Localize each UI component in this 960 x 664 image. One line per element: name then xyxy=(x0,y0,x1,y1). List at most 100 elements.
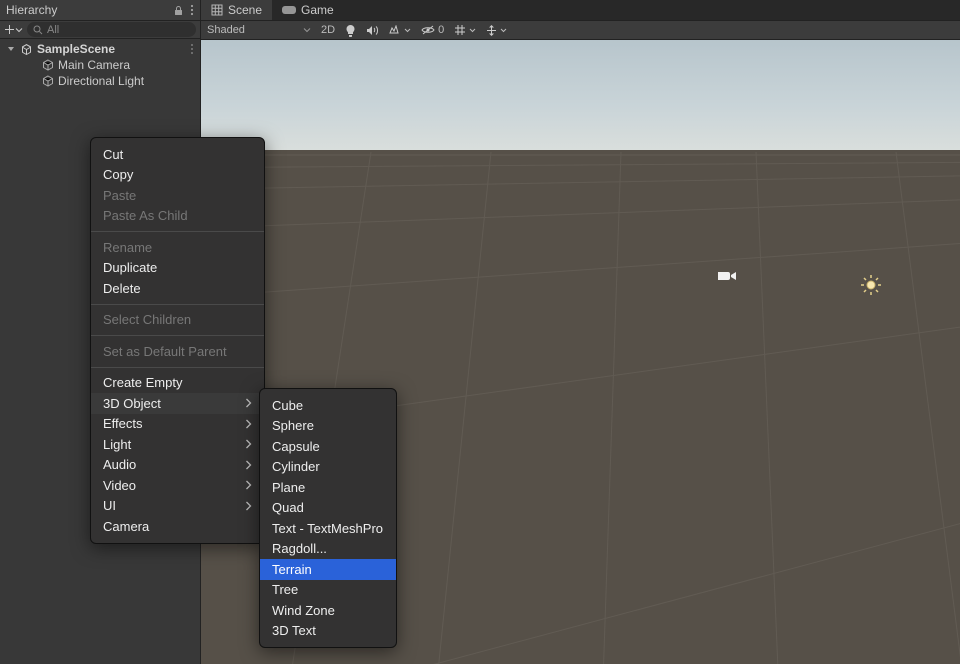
menu-item-label: Video xyxy=(103,478,136,493)
menu-separator xyxy=(91,367,264,368)
hierarchy-search[interactable]: All xyxy=(27,22,196,37)
submenu-item-tree[interactable]: Tree xyxy=(260,580,396,601)
menu-item-cut[interactable]: Cut xyxy=(91,144,264,165)
tab-game[interactable]: Game xyxy=(272,0,344,20)
submenu-item-plane[interactable]: Plane xyxy=(260,477,396,498)
game-controller-icon xyxy=(282,5,296,15)
menu-item-duplicate[interactable]: Duplicate xyxy=(91,258,264,279)
menu-item-label: Copy xyxy=(103,167,133,182)
chevron-right-icon xyxy=(245,501,252,511)
grid-snap-icon xyxy=(454,24,466,36)
menu-item-label: Paste xyxy=(103,188,136,203)
scene-tabbar: Scene Game xyxy=(201,0,960,21)
search-placeholder: All xyxy=(47,24,59,36)
menu-separator xyxy=(91,231,264,232)
light-gizmo-icon[interactable] xyxy=(860,274,882,296)
menu-item-delete[interactable]: Delete xyxy=(91,278,264,299)
hierarchy-item-directional-light[interactable]: Directional Light xyxy=(0,73,200,89)
submenu-item-capsule[interactable]: Capsule xyxy=(260,436,396,457)
chevron-right-icon xyxy=(245,439,252,449)
hierarchy-title: Hierarchy xyxy=(6,3,173,17)
menu-item-label: Create Empty xyxy=(103,375,182,390)
menu-item-video[interactable]: Video xyxy=(91,475,264,496)
menu-item-3d-object[interactable]: 3D Object xyxy=(91,393,264,414)
submenu-item-label: Ragdoll... xyxy=(272,541,327,556)
menu-item-camera[interactable]: Camera xyxy=(91,516,264,537)
submenu-item-wind-zone[interactable]: Wind Zone xyxy=(260,600,396,621)
submenu-item-quad[interactable]: Quad xyxy=(260,498,396,519)
chevron-right-icon xyxy=(245,460,252,470)
chevron-down-icon xyxy=(6,44,16,54)
scene-grid-icon xyxy=(211,4,223,16)
effects-icon xyxy=(388,25,401,36)
submenu-item-terrain[interactable]: Terrain xyxy=(260,559,396,580)
scene-toolbar: Shaded 2D 0 xyxy=(201,21,960,40)
grid-snap-dropdown[interactable] xyxy=(454,24,476,36)
plus-icon xyxy=(4,24,15,35)
submenu-item-label: Capsule xyxy=(272,439,320,454)
submenu-item-sphere[interactable]: Sphere xyxy=(260,416,396,437)
menu-item-label: Audio xyxy=(103,457,136,472)
menu-item-label: Set as Default Parent xyxy=(103,344,227,359)
chevron-right-icon xyxy=(245,419,252,429)
tool-handle-dropdown[interactable] xyxy=(486,25,507,36)
handle-icon xyxy=(486,25,497,36)
hierarchy-item-main-camera[interactable]: Main Camera xyxy=(0,57,200,73)
submenu-item-3d-text[interactable]: 3D Text xyxy=(260,621,396,642)
submenu-item-label: Terrain xyxy=(272,562,312,577)
kebab-menu-icon[interactable] xyxy=(190,43,194,55)
object-name-label: Directional Light xyxy=(58,74,144,88)
menu-item-light[interactable]: Light xyxy=(91,434,264,455)
submenu-item-ragdoll-[interactable]: Ragdoll... xyxy=(260,539,396,560)
submenu-item-cylinder[interactable]: Cylinder xyxy=(260,457,396,478)
submenu-item-label: Quad xyxy=(272,500,304,515)
menu-item-label: Cut xyxy=(103,147,123,162)
menu-item-label: UI xyxy=(103,498,116,513)
hidden-count-label: 0 xyxy=(438,24,444,36)
kebab-menu-icon[interactable] xyxy=(190,4,194,16)
menu-item-select-children: Select Children xyxy=(91,310,264,331)
menu-item-paste: Paste xyxy=(91,185,264,206)
hierarchy-header: Hierarchy xyxy=(0,0,200,21)
view-2d-toggle[interactable]: 2D xyxy=(321,24,335,36)
tab-label: Scene xyxy=(228,3,262,17)
submenu-item-label: Cube xyxy=(272,398,303,413)
eye-off-icon xyxy=(421,25,435,35)
menu-item-copy[interactable]: Copy xyxy=(91,165,264,186)
menu-item-effects[interactable]: Effects xyxy=(91,414,264,435)
submenu-item-label: 3D Text xyxy=(272,623,316,638)
hidden-objects-toggle[interactable]: 0 xyxy=(421,24,444,36)
hierarchy-toolbar: All xyxy=(0,21,200,39)
submenu-item-label: Wind Zone xyxy=(272,603,335,618)
menu-item-label: Select Children xyxy=(103,312,191,327)
menu-item-paste-as-child: Paste As Child xyxy=(91,206,264,227)
object-name-label: Main Camera xyxy=(58,58,130,72)
menu-item-label: 3D Object xyxy=(103,396,161,411)
camera-gizmo-icon[interactable] xyxy=(717,269,737,283)
tab-label: Game xyxy=(301,3,334,17)
menu-item-label: Rename xyxy=(103,240,152,255)
submenu-item-label: Text - TextMeshPro xyxy=(272,521,383,536)
lock-icon[interactable] xyxy=(173,5,184,16)
menu-item-label: Light xyxy=(103,437,131,452)
shading-mode-dropdown[interactable]: Shaded xyxy=(207,24,311,36)
scene-root-row[interactable]: SampleScene xyxy=(0,41,200,57)
scene-name-label: SampleScene xyxy=(37,42,115,56)
submenu-item-text-textmeshpro[interactable]: Text - TextMeshPro xyxy=(260,518,396,539)
speaker-icon xyxy=(366,25,378,36)
menu-item-audio[interactable]: Audio xyxy=(91,455,264,476)
audio-toggle[interactable] xyxy=(366,25,378,36)
menu-separator xyxy=(91,335,264,336)
effects-dropdown[interactable] xyxy=(388,25,411,36)
submenu-item-label: Plane xyxy=(272,480,305,495)
menu-item-rename: Rename xyxy=(91,237,264,258)
create-dropdown[interactable] xyxy=(4,24,23,35)
submenu-item-cube[interactable]: Cube xyxy=(260,395,396,416)
tab-scene[interactable]: Scene xyxy=(201,0,272,20)
menu-item-label: Effects xyxy=(103,416,143,431)
menu-item-create-empty[interactable]: Create Empty xyxy=(91,373,264,394)
lighting-toggle[interactable] xyxy=(345,24,356,37)
menu-item-ui[interactable]: UI xyxy=(91,496,264,517)
submenu-item-label: Tree xyxy=(272,582,298,597)
chevron-down-icon xyxy=(500,27,507,34)
